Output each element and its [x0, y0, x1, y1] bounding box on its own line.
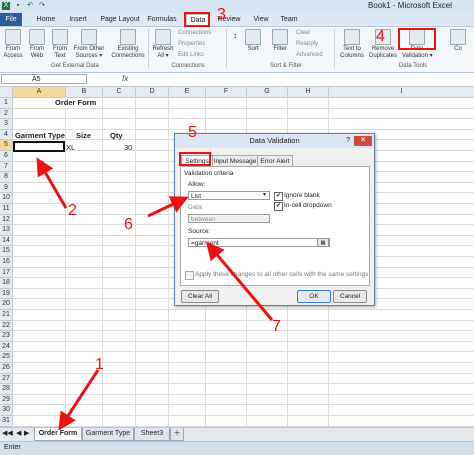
arrow-to-allow-list: [147, 196, 189, 218]
arrow-to-order-form-tab: [58, 369, 100, 431]
annotation-arrows: [36, 157, 274, 431]
arrow-to-source-input: [206, 241, 274, 321]
arrow-to-cell-a5: [36, 157, 68, 209]
